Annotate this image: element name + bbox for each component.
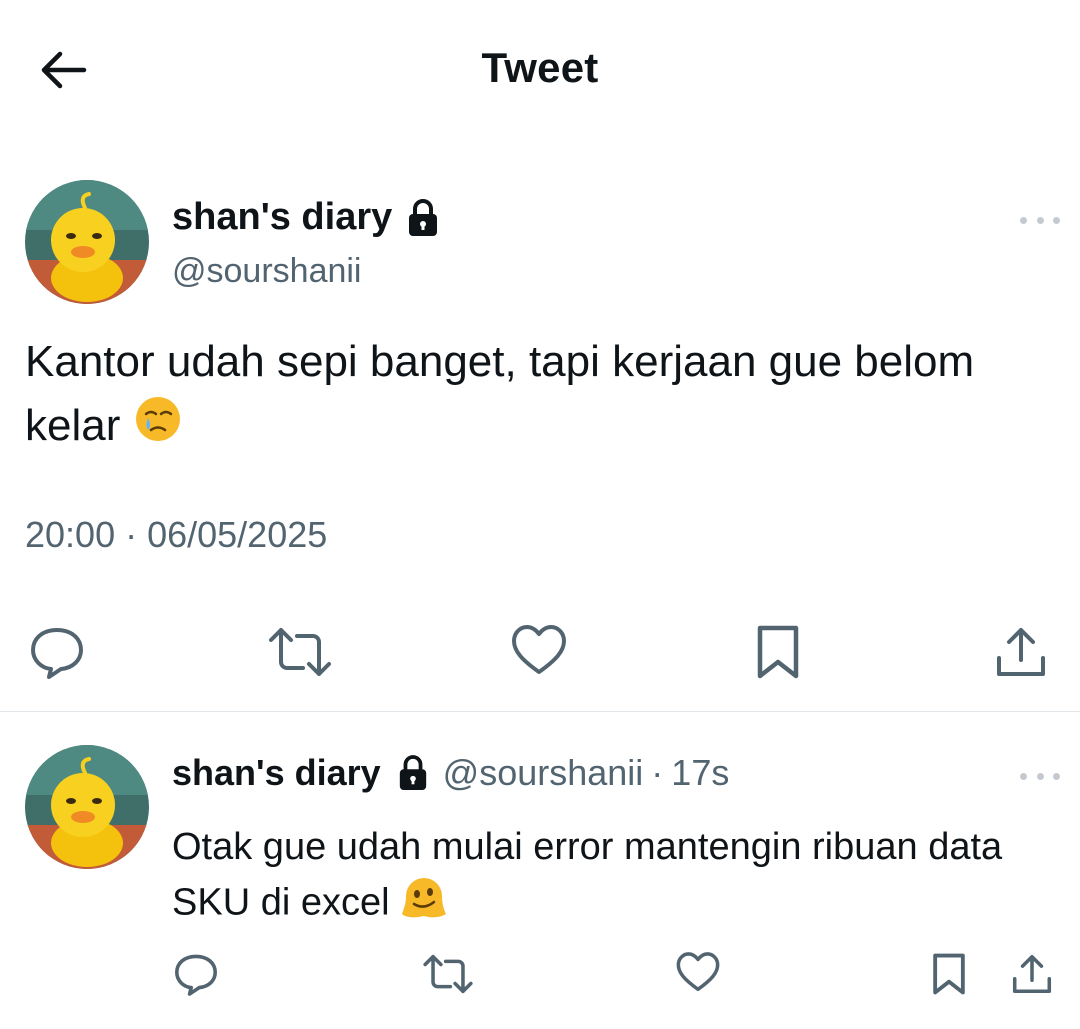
reply-time[interactable]: 17s <box>671 752 729 794</box>
bookmark-icon <box>757 625 799 679</box>
tweet-action-bar <box>25 622 1055 686</box>
like-button[interactable] <box>675 950 721 999</box>
duck-avatar-image <box>25 745 149 869</box>
reply-icon <box>31 628 83 679</box>
dot-icon <box>1036 772 1044 780</box>
reply-icon <box>175 954 217 996</box>
reply-action-bar <box>172 950 1062 1000</box>
top-bar: Tweet <box>0 0 1080 140</box>
reply-author-name[interactable]: shan's diary <box>172 752 381 794</box>
reply-more-options-button[interactable] <box>1020 766 1060 786</box>
share-button[interactable] <box>1010 950 1054 1003</box>
reply-body: Otak gue udah mulai error mantengin ribu… <box>172 826 1003 924</box>
tweet-timestamp[interactable]: 20:00 · 06/05/2025 <box>25 514 327 556</box>
lock-icon <box>409 198 438 236</box>
dot-icon <box>1053 772 1060 780</box>
reply-button[interactable] <box>172 950 220 1003</box>
retweet-icon <box>269 628 331 676</box>
dot-icon <box>1020 772 1027 780</box>
like-button[interactable] <box>510 622 568 683</box>
page-title: Tweet <box>481 44 599 91</box>
reply-text: Otak gue udah mulai error mantengin ribu… <box>172 820 1052 935</box>
heart-icon <box>512 625 566 674</box>
reply-header: shan's diary @sourshanii · 17s <box>172 752 729 794</box>
melting-face-icon <box>400 874 448 935</box>
bookmark-icon <box>933 953 965 995</box>
divider <box>0 711 1080 712</box>
reply-button[interactable] <box>27 622 87 687</box>
dot-icon <box>1036 216 1044 224</box>
author-name[interactable]: shan's diary <box>172 196 392 239</box>
face-holding-back-tears-icon <box>133 394 183 462</box>
avatar[interactable] <box>25 180 149 304</box>
share-button[interactable] <box>993 622 1049 687</box>
author-name-row: shan's diary <box>172 196 440 239</box>
retweet-button[interactable] <box>267 622 333 687</box>
retweet-icon <box>423 954 473 994</box>
reply-author-handle[interactable]: @sourshanii <box>443 752 644 794</box>
dot-icon <box>1053 216 1060 224</box>
reply-avatar[interactable] <box>25 745 149 869</box>
share-icon <box>997 628 1045 676</box>
duck-avatar-image <box>25 180 149 304</box>
more-options-button[interactable] <box>1020 210 1060 230</box>
retweet-button[interactable] <box>422 950 474 1003</box>
dot-icon <box>1020 216 1027 224</box>
share-icon <box>1012 954 1052 994</box>
separator-dot: · <box>651 752 664 793</box>
lock-icon <box>397 754 429 792</box>
heart-icon <box>676 952 720 992</box>
bookmark-button[interactable] <box>752 622 804 687</box>
author-handle[interactable]: @sourshanii <box>172 252 362 291</box>
bookmark-button[interactable] <box>929 950 969 1003</box>
tweet-text: Kantor udah sepi banget, tapi kerjaan gu… <box>25 330 1045 462</box>
